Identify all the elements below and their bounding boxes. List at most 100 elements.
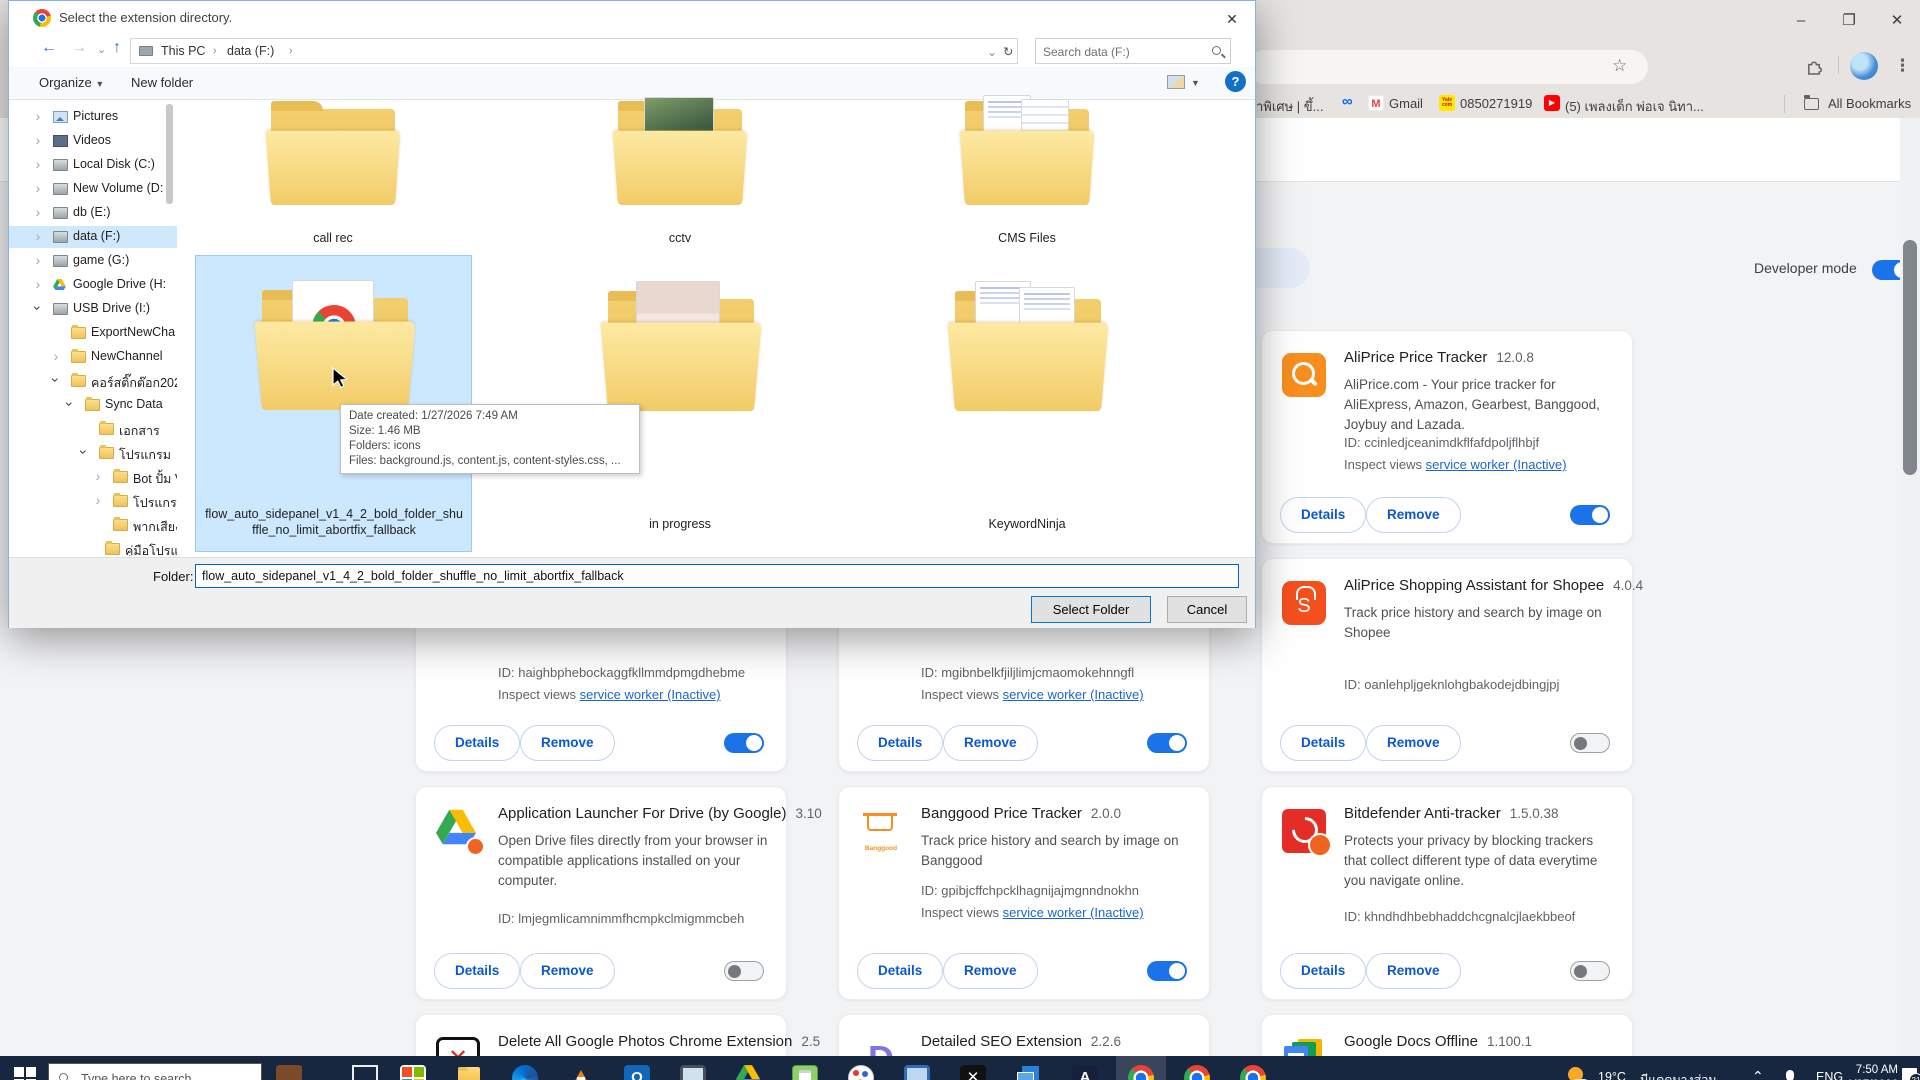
tree-item-program-cut[interactable]: ›โปรแกรมตัด xyxy=(9,490,177,512)
tree-item-usb-drive-i[interactable]: ›USB Drive (I:) xyxy=(9,298,177,320)
gmail-favicon[interactable]: M xyxy=(1368,95,1384,111)
extension-toggle[interactable] xyxy=(1570,961,1610,981)
dialog-close-button[interactable]: ✕ xyxy=(1219,8,1245,30)
bookmark-youtube[interactable]: (5) เพลงเด็ก พ่อเจ นิทา... xyxy=(1565,96,1704,117)
capcut-icon[interactable]: ✕ xyxy=(960,1065,986,1080)
all-bookmarks-label[interactable]: All Bookmarks xyxy=(1828,96,1911,111)
tray-weather-text[interactable]: มีแดดบางส่วน xyxy=(1640,1070,1717,1080)
details-button[interactable]: Details xyxy=(1280,725,1366,761)
tree-item-local-disk-c[interactable]: ›Local Disk (C:) xyxy=(9,154,177,176)
extensions-search-field[interactable] xyxy=(1256,248,1310,288)
recent-locations-dropdown[interactable]: ⌄ xyxy=(97,43,106,56)
window-restore-button[interactable]: ❐ xyxy=(1834,8,1864,34)
breadcrumb-drive[interactable]: data (F:) xyxy=(227,44,274,58)
folder-label[interactable]: CMS Files xyxy=(925,231,1129,245)
new-folder-button[interactable]: New folder xyxy=(131,75,193,90)
back-button[interactable]: ← xyxy=(41,39,57,57)
browser-menu-icon[interactable]: ⋮ xyxy=(1894,56,1911,76)
folder-label[interactable]: KeywordNinja xyxy=(925,517,1129,531)
tree-item-game-g[interactable]: ›game (G:) xyxy=(9,250,177,272)
tree-item-dubbing[interactable]: พากเสียง แล xyxy=(9,514,177,536)
weather-icon[interactable] xyxy=(1566,1065,1592,1080)
folder-label[interactable]: flow_auto_sidepanel_v1_4_2_bold_folder_s… xyxy=(204,506,464,538)
cancel-button[interactable]: Cancel xyxy=(1167,596,1247,623)
view-options-dropdown[interactable]: ▼ xyxy=(1191,78,1200,88)
breadcrumb[interactable]: This PC › data (F:) › ⌄ ↻ xyxy=(130,38,1018,64)
microsoft-store-icon[interactable] xyxy=(400,1065,426,1080)
extension-toggle[interactable] xyxy=(724,733,764,753)
remove-button[interactable]: Remove xyxy=(943,953,1038,989)
yale-favicon[interactable]: Yalecom xyxy=(1439,95,1455,111)
start-button[interactable] xyxy=(14,1067,36,1080)
google-drive-icon[interactable] xyxy=(736,1065,762,1080)
address-dropdown-icon[interactable]: ⌄ xyxy=(987,45,997,59)
tree-item-videos[interactable]: ›Videos xyxy=(9,130,177,152)
outlook-icon[interactable]: O xyxy=(624,1065,650,1080)
meta-favicon[interactable]: ∞ xyxy=(1342,93,1353,110)
taskbar-search[interactable]: Type here to search xyxy=(48,1063,262,1080)
remove-button[interactable]: Remove xyxy=(1366,953,1461,989)
tree-item-new-volume-d[interactable]: ›New Volume (D: xyxy=(9,178,177,200)
extension-toggle[interactable] xyxy=(1147,961,1187,981)
search-input[interactable]: Search data (F:) xyxy=(1035,38,1231,64)
help-icon[interactable]: ? xyxy=(1225,71,1246,92)
tree-item-exportnewcha[interactable]: ExportNewCha xyxy=(9,322,177,344)
tree-item-programs-th[interactable]: ›โปรแกรม xyxy=(9,442,177,464)
folder-label[interactable]: call rec xyxy=(231,231,435,245)
folder-name-input[interactable]: flow_auto_sidepanel_v1_4_2_bold_folder_s… xyxy=(195,564,1239,588)
file-explorer-icon[interactable] xyxy=(456,1065,482,1080)
up-button[interactable]: ↑ xyxy=(113,39,121,57)
tree-item-data-f[interactable]: ›data (F:) xyxy=(9,226,177,248)
remove-button[interactable]: Remove xyxy=(520,953,615,989)
tree-item-manual[interactable]: คู่มือโปรแกรม xyxy=(9,538,177,556)
tray-language[interactable]: ENG xyxy=(1816,1070,1843,1080)
folder-cms-files[interactable] xyxy=(965,109,1089,205)
folder-label[interactable]: cctv xyxy=(578,231,782,245)
paint-app-icon[interactable] xyxy=(848,1065,874,1080)
details-button[interactable]: Details xyxy=(857,953,943,989)
tree-item-google-drive-h[interactable]: ›Google Drive (H: xyxy=(9,274,177,296)
page-scrollbar[interactable] xyxy=(1900,118,1920,1056)
notepad-app-icon[interactable] xyxy=(792,1065,818,1080)
extension-toggle[interactable] xyxy=(724,961,764,981)
select-folder-button[interactable]: Select Folder xyxy=(1031,596,1151,623)
layers-app-icon[interactable] xyxy=(1016,1065,1042,1080)
a-app-icon[interactable]: A xyxy=(1072,1065,1098,1080)
remote-desktop-icon[interactable] xyxy=(904,1065,930,1080)
folder-label[interactable]: in progress xyxy=(578,517,782,531)
monitor-app-icon[interactable] xyxy=(680,1065,706,1080)
bookmark-phone[interactable]: 0850271919 xyxy=(1460,96,1532,111)
youtube-favicon[interactable]: ▶ xyxy=(1544,95,1560,111)
profile-avatar[interactable] xyxy=(1850,52,1878,80)
piano-app-icon[interactable] xyxy=(276,1065,302,1080)
organize-menu[interactable]: Organize ▼ xyxy=(39,75,104,90)
window-close-button[interactable]: ✕ xyxy=(1882,8,1912,34)
tree-item-sync-data[interactable]: ›Sync Data xyxy=(9,394,177,416)
service-worker-link[interactable]: service worker (Inactive) xyxy=(580,687,721,702)
tree-item-db-e[interactable]: ›db (E:) xyxy=(9,202,177,224)
vlc-icon[interactable] xyxy=(568,1065,594,1080)
folder-call-rec[interactable] xyxy=(271,109,395,205)
details-button[interactable]: Details xyxy=(857,725,943,761)
address-bar[interactable] xyxy=(1248,50,1648,84)
extension-toggle[interactable] xyxy=(1147,733,1187,753)
forward-button[interactable]: → xyxy=(71,39,87,57)
extension-toggle[interactable] xyxy=(1570,505,1610,525)
service-worker-link[interactable]: service worker (Inactive) xyxy=(1426,457,1567,472)
details-button[interactable]: Details xyxy=(434,953,520,989)
tray-clock[interactable]: 7:50 AM 1/27/2026 xyxy=(1846,1063,1898,1080)
tree-item-pictures[interactable]: ›Pictures xyxy=(9,106,177,128)
extension-toggle[interactable] xyxy=(1570,733,1610,753)
refresh-icon[interactable]: ↻ xyxy=(1003,44,1013,59)
tree-item-newchannel[interactable]: ›NewChannel xyxy=(9,346,177,368)
tree-item-bot-pump-vd[interactable]: ›Bot ปั้ม VD xyxy=(9,466,177,488)
details-button[interactable]: Details xyxy=(1280,497,1366,533)
details-button[interactable]: Details xyxy=(1280,953,1366,989)
folder-in-progress[interactable] xyxy=(608,299,754,411)
remove-button[interactable]: Remove xyxy=(943,725,1038,761)
tree-item-course-tiktok[interactable]: ›คอร์สติ๊กต๊อก202 xyxy=(9,370,177,392)
microphone-icon[interactable] xyxy=(1786,1070,1794,1080)
page-scrollbar-thumb[interactable] xyxy=(1903,240,1917,475)
bookmark-item[interactable]: าพิเศษ | ขึ้... xyxy=(1256,96,1323,117)
dialog-title-bar[interactable]: Select the extension directory. ✕ xyxy=(9,1,1255,35)
